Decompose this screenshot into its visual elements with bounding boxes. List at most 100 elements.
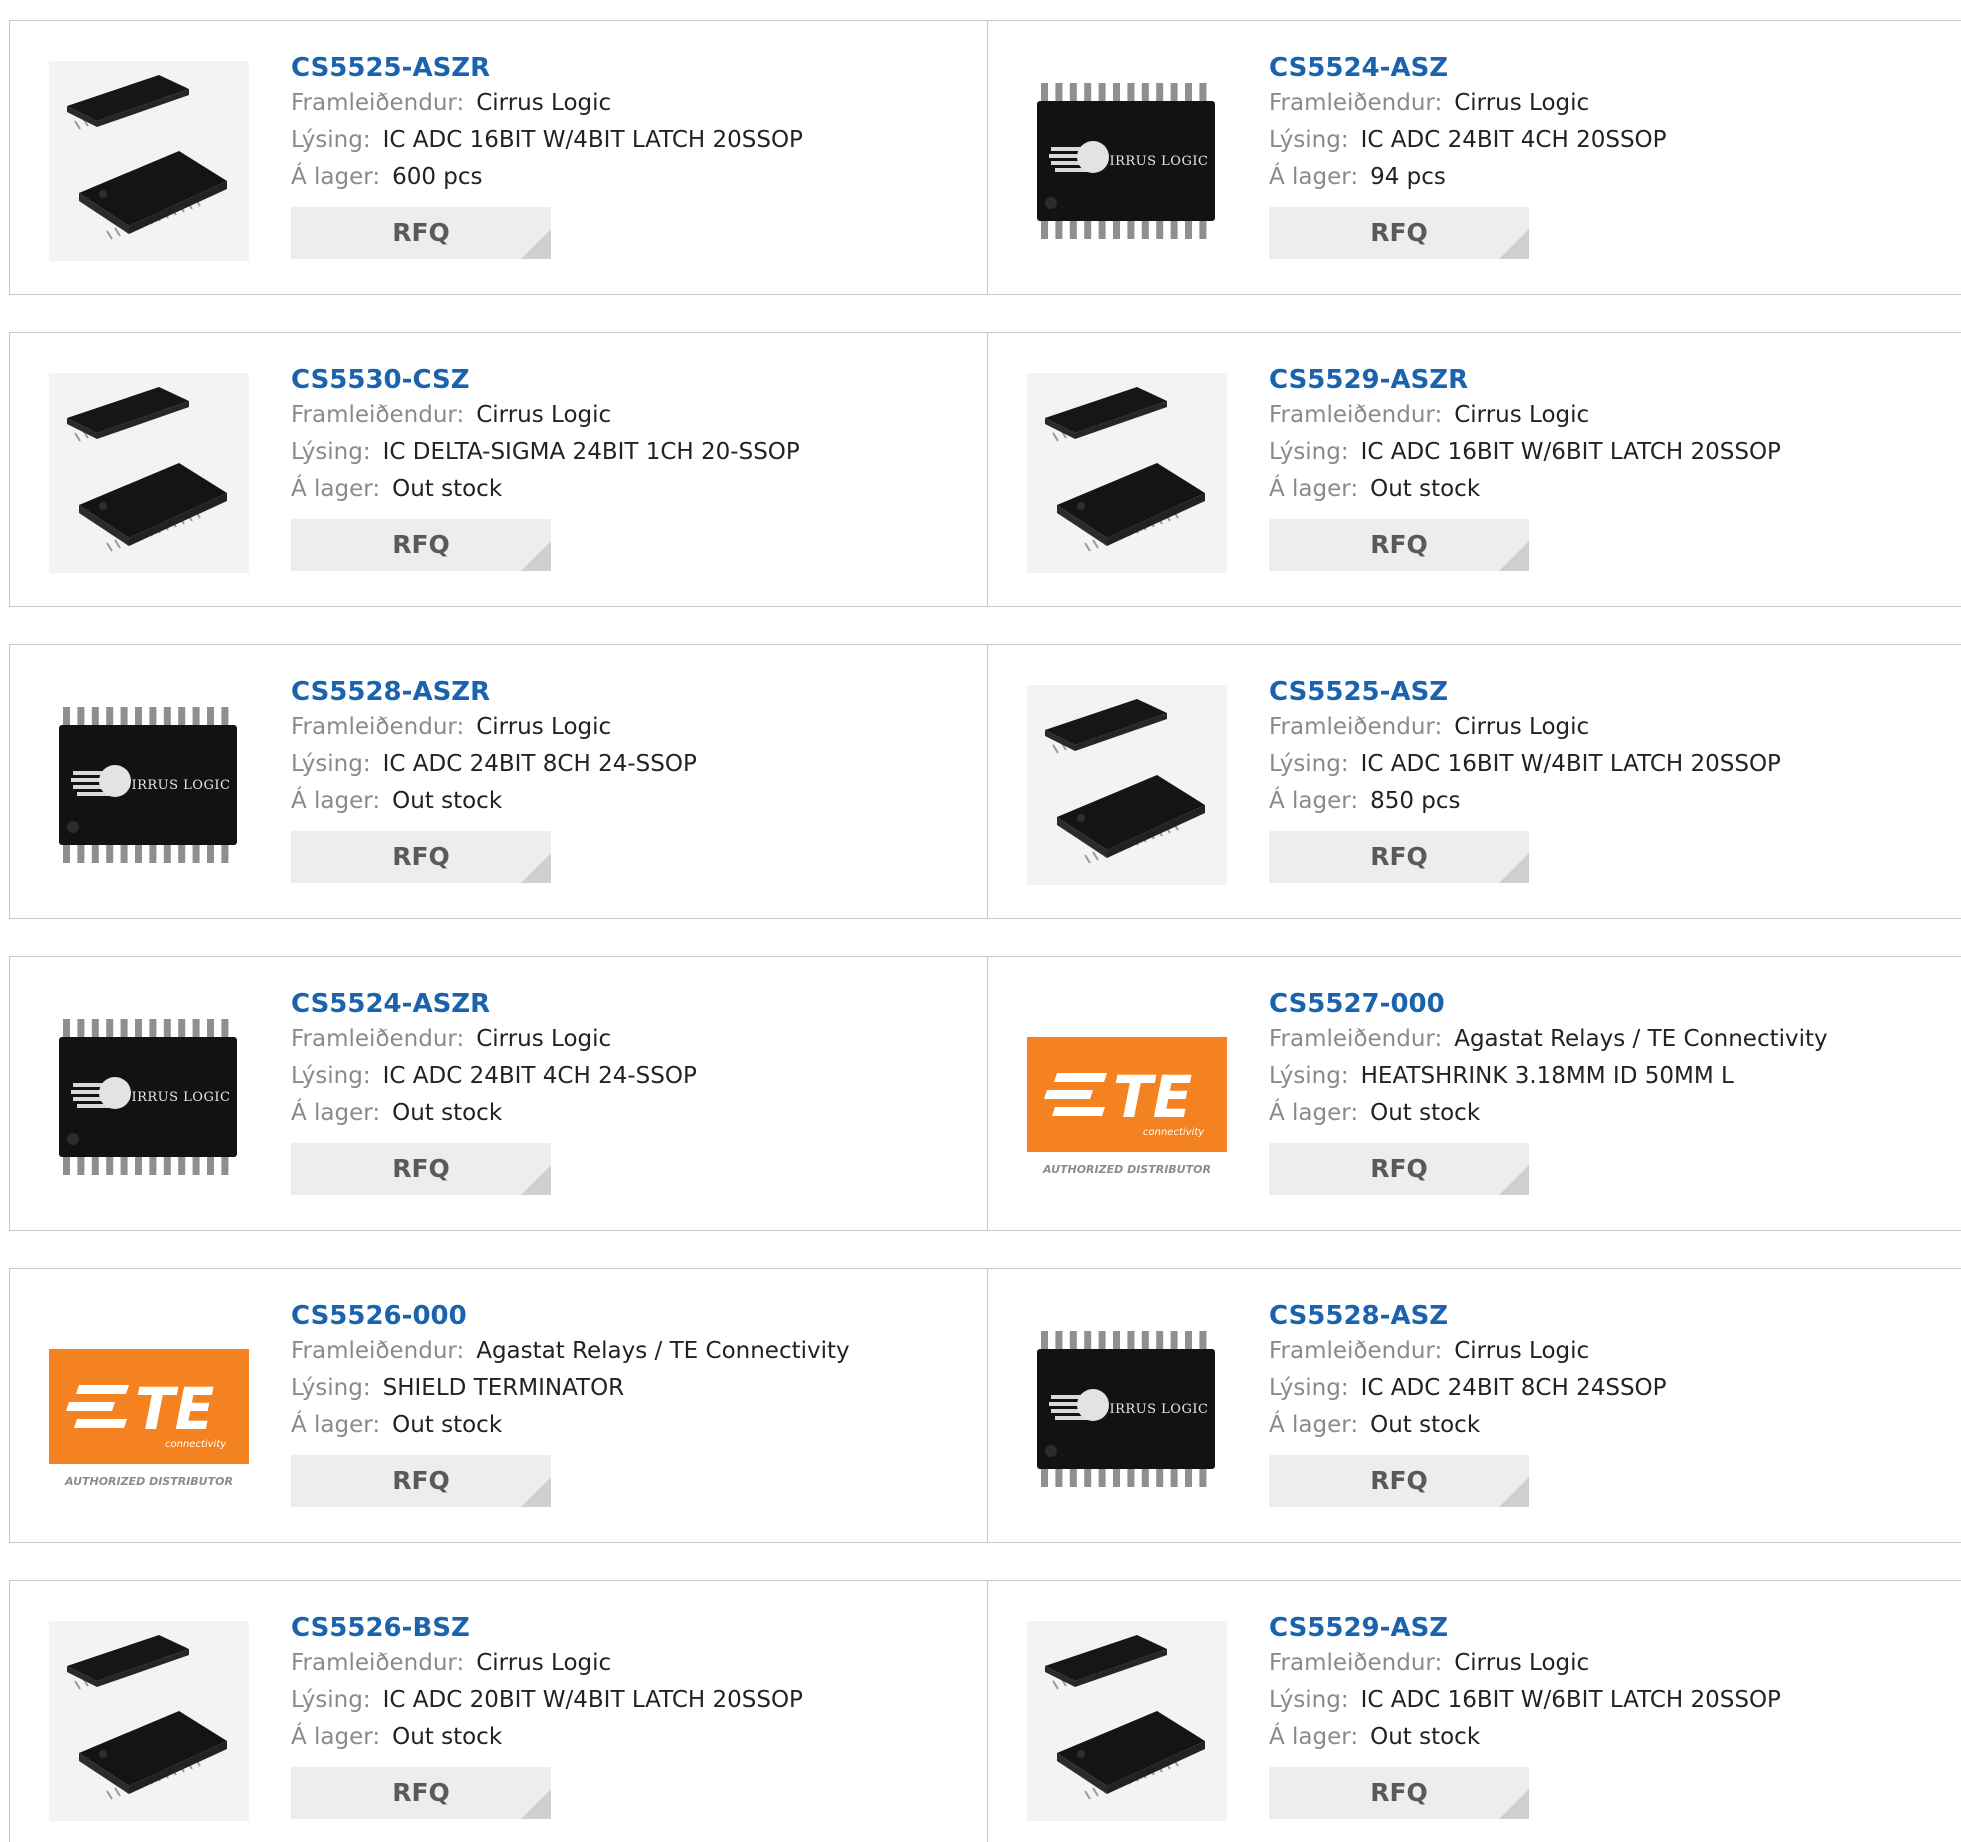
rfq-button[interactable]: RFQ [1269,519,1529,571]
svg-text:TE: TE [135,1375,214,1443]
rfq-button[interactable]: RFQ [291,831,551,883]
part-number-link[interactable]: CS5528-ASZR [291,675,971,709]
rfq-button[interactable]: RFQ [291,1767,551,1819]
stock-value: Out stock [1370,1724,1481,1750]
corner-fold-icon [1499,853,1529,883]
rfq-label: RFQ [392,1466,450,1495]
rfq-label: RFQ [1370,218,1428,247]
part-number-link[interactable]: CS5527-000 [1269,987,1949,1021]
stock-value: 850 pcs [1370,788,1461,814]
stock-label: Á lager: [1269,164,1359,190]
stock-label: Á lager: [291,1100,381,1126]
description-label: Lýsing: [291,439,371,465]
stock-label: Á lager: [291,1724,381,1750]
corner-fold-icon [1499,1165,1529,1195]
description-value: IC ADC 16BIT W/4BIT LATCH 20SSOP [1360,751,1781,777]
product-card: CS5526-BSZ Framleiðendur: Cirrus Logic Lý… [9,1580,988,1842]
te-logo-icon[interactable]: TE connectivity AUTHORIZED DISTRIBUTOR [1027,997,1227,1197]
manufacturer-row: Framleiðendur: Agastat Relays / TE Connec… [291,1333,971,1370]
stock-row: Á lager: Out stock [291,1719,971,1756]
corner-fold-icon [1499,1789,1529,1819]
stock-label: Á lager: [291,476,381,502]
manufacturer-row: Framleiðendur: Cirrus Logic [291,709,971,746]
manufacturer-row: Framleiðendur: Cirrus Logic [1269,1333,1949,1370]
manufacturer-label: Framleiðendur: [1269,90,1443,116]
description-label: Lýsing: [1269,1063,1349,1089]
description-value: IC ADC 16BIT W/4BIT LATCH 20SSOP [382,127,803,153]
manufacturer-row: Framleiðendur: Cirrus Logic [291,1645,971,1682]
part-number-link[interactable]: CS5526-000 [291,1299,971,1333]
rfq-button[interactable]: RFQ [1269,1143,1529,1195]
part-number-link[interactable]: CS5524-ASZR [291,987,971,1021]
part-number-link[interactable]: CS5524-ASZ [1269,51,1949,85]
te-logo-icon[interactable]: TE connectivity AUTHORIZED DISTRIBUTOR [49,1309,249,1509]
corner-fold-icon [521,541,551,571]
part-number-link[interactable]: CS5526-BSZ [291,1611,971,1645]
description-row: Lýsing: IC ADC 24BIT 4CH 20SSOP [1269,122,1949,159]
cirrus-chip-icon[interactable]: CIRRUS LOGIC [1027,1309,1227,1509]
manufacturer-label: Framleiðendur: [1269,402,1443,428]
manufacturer-value: Cirrus Logic [476,90,612,116]
product-card: CIRRUS LOGIC CS5528-ASZ Framleiðendur: Ci… [987,1268,1961,1543]
description-row: Lýsing: IC ADC 16BIT W/6BIT LATCH 20SSOP [1269,1682,1949,1719]
ssop-chip-icon[interactable] [49,61,249,261]
ssop-chip-icon[interactable] [1027,373,1227,573]
stock-row: Á lager: Out stock [291,1095,971,1132]
product-card: CS5525-ASZR Framleiðendur: Cirrus Logic L… [9,20,988,295]
manufacturer-value: Cirrus Logic [476,1026,612,1052]
part-number-link[interactable]: CS5528-ASZ [1269,1299,1949,1333]
ssop-chip-icon[interactable] [1027,685,1227,885]
rfq-button[interactable]: RFQ [1269,1455,1529,1507]
ssop-chip-icon[interactable] [1027,1621,1227,1821]
ssop-chip-icon[interactable] [49,373,249,573]
manufacturer-value: Agastat Relays / TE Connectivity [1454,1026,1828,1052]
rfq-button[interactable]: RFQ [291,207,551,259]
rfq-button[interactable]: RFQ [291,1455,551,1507]
description-label: Lýsing: [291,127,371,153]
stock-value: Out stock [392,788,503,814]
manufacturer-row: Framleiðendur: Cirrus Logic [1269,709,1949,746]
part-number-link[interactable]: CS5530-CSZ [291,363,971,397]
description-value: IC ADC 24BIT 8CH 24-SSOP [382,751,697,777]
stock-value: Out stock [392,476,503,502]
description-row: Lýsing: HEATSHRINK 3.18MM ID 50MM L [1269,1058,1949,1095]
stock-row: Á lager: 850 pcs [1269,783,1949,820]
stock-row: Á lager: Out stock [1269,1407,1949,1444]
svg-text:AUTHORIZED DISTRIBUTOR: AUTHORIZED DISTRIBUTOR [1042,1163,1211,1176]
manufacturer-label: Framleiðendur: [1269,714,1443,740]
cirrus-chip-icon[interactable]: CIRRUS LOGIC [1027,61,1227,261]
rfq-button[interactable]: RFQ [1269,207,1529,259]
svg-text:CIRRUS LOGIC: CIRRUS LOGIC [1099,1402,1208,1417]
stock-row: Á lager: Out stock [291,1407,971,1444]
description-label: Lýsing: [1269,127,1349,153]
part-number-link[interactable]: CS5529-ASZR [1269,363,1949,397]
rfq-button[interactable]: RFQ [1269,1767,1529,1819]
manufacturer-row: Framleiðendur: Cirrus Logic [1269,397,1949,434]
manufacturer-row: Framleiðendur: Agastat Relays / TE Connec… [1269,1021,1949,1058]
svg-text:CIRRUS LOGIC: CIRRUS LOGIC [121,1090,230,1105]
cirrus-chip-icon[interactable]: CIRRUS LOGIC [49,997,249,1197]
description-row: Lýsing: IC ADC 24BIT 8CH 24-SSOP [291,746,971,783]
manufacturer-label: Framleiðendur: [1269,1650,1443,1676]
manufacturer-label: Framleiðendur: [291,714,465,740]
description-label: Lýsing: [291,1375,371,1401]
description-row: Lýsing: SHIELD TERMINATOR [291,1370,971,1407]
manufacturer-value: Cirrus Logic [476,1650,612,1676]
rfq-button[interactable]: RFQ [291,1143,551,1195]
svg-text:CIRRUS LOGIC: CIRRUS LOGIC [1099,154,1208,169]
rfq-label: RFQ [1370,530,1428,559]
part-number-link[interactable]: CS5529-ASZ [1269,1611,1949,1645]
ssop-chip-icon[interactable] [49,1621,249,1821]
corner-fold-icon [1499,1477,1529,1507]
manufacturer-label: Framleiðendur: [291,90,465,116]
part-number-link[interactable]: CS5525-ASZR [291,51,971,85]
rfq-button[interactable]: RFQ [291,519,551,571]
part-number-link[interactable]: CS5525-ASZ [1269,675,1949,709]
rfq-button[interactable]: RFQ [1269,831,1529,883]
stock-row: Á lager: Out stock [1269,471,1949,508]
stock-value: Out stock [392,1412,503,1438]
manufacturer-value: Cirrus Logic [476,402,612,428]
rfq-label: RFQ [1370,1154,1428,1183]
cirrus-chip-icon[interactable]: CIRRUS LOGIC [49,685,249,885]
stock-row: Á lager: Out stock [1269,1095,1949,1132]
